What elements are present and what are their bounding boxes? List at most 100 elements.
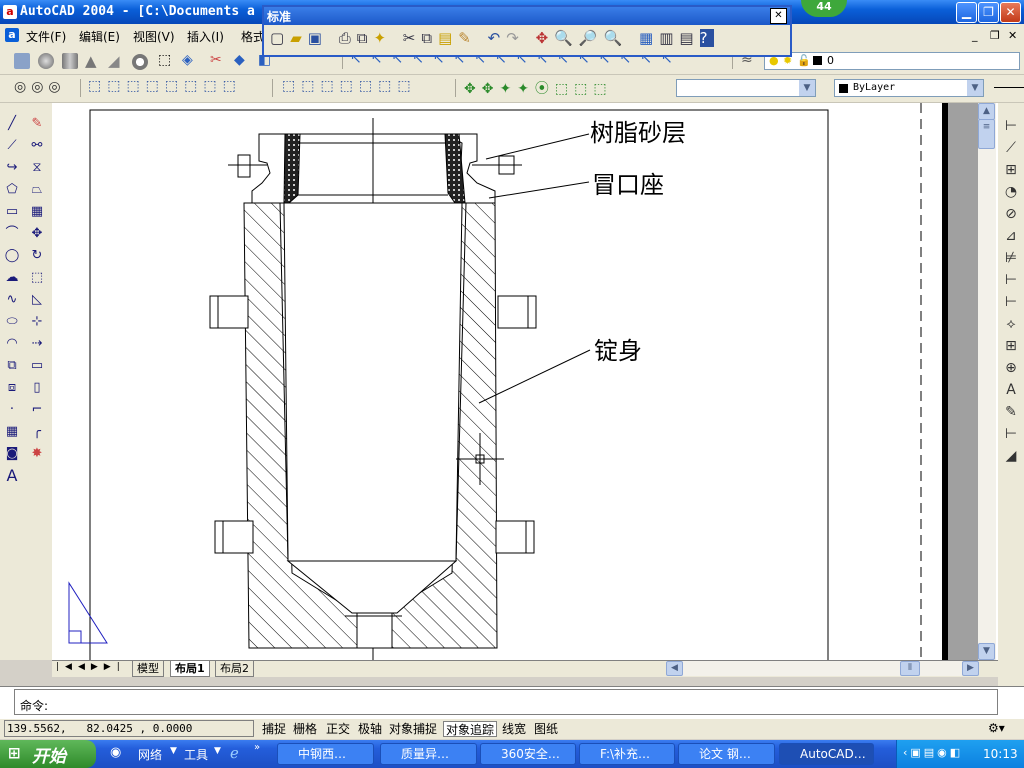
polyline-icon[interactable]: ↪ [3, 159, 21, 177]
toolbar-tools[interactable]: 工具 [184, 746, 208, 763]
save-icon[interactable]: ▣ [308, 29, 328, 47]
make-block-icon[interactable]: ⧈ [3, 379, 21, 397]
design-center-icon[interactable]: ▥ [659, 29, 679, 47]
hscroll-thumb[interactable]: ⦀ [900, 661, 920, 676]
zoom-previous-icon[interactable]: 🔍 [604, 29, 629, 47]
tab-model[interactable]: 模型 [132, 661, 164, 677]
polar-toggle[interactable]: 极轴 [356, 721, 384, 737]
dimension-tool-icons[interactable]: ⊢ ⟋ ⊞ ◔ ⊘ ⊿ ⊭ ⊢ ⊢ ⟡ ⊞ ⊕ A ✎ ⊢ ◢ [1002, 115, 1020, 467]
paste-icon[interactable]: ▤ [438, 29, 458, 47]
extend-icon[interactable]: ⇢ [28, 335, 46, 353]
close-toolbar-icon[interactable]: ✕ [770, 8, 787, 24]
scroll-left-button[interactable]: ◀ [666, 661, 683, 676]
scroll-right-button[interactable]: ▶ [962, 661, 979, 676]
wedge-icon[interactable]: ◢ [108, 52, 120, 70]
break-icon[interactable]: ▭ [28, 357, 46, 375]
offset-icon[interactable]: ⏢ [28, 181, 46, 199]
tab-navigation-arrows[interactable]: |◀◀▶▶| [56, 662, 126, 672]
cylinder-icon[interactable] [62, 53, 78, 69]
hatch-icon[interactable]: ▦ [3, 423, 21, 441]
move-icon[interactable]: ✥ [28, 225, 46, 243]
match-properties-icon[interactable]: ✎ [458, 29, 477, 47]
vertical-scrollbar[interactable]: ▲ ≡ ▼ [978, 103, 996, 660]
grid-toggle[interactable]: 栅格 [291, 721, 319, 737]
tool-palettes-icon[interactable]: ▤ [679, 29, 699, 47]
quicklaunch-icon[interactable]: ◉ [110, 745, 121, 760]
arc-icon[interactable]: ⌒ [3, 225, 21, 243]
mirror-icon[interactable]: ⧖ [28, 159, 46, 177]
coordinate-display[interactable]: 139.5562, 82.0425 , 0.0000 [4, 720, 254, 737]
box-icon[interactable] [14, 53, 30, 69]
print-preview-icon[interactable]: ⧉ [357, 29, 374, 47]
properties-icon[interactable]: ▦ [639, 29, 659, 47]
clock[interactable]: 10:13 [983, 747, 1018, 761]
linetype-combo[interactable]: ▼ [676, 79, 816, 97]
cone-icon[interactable]: ▲ [85, 52, 97, 70]
revision-cloud-icon[interactable]: ☁ [3, 269, 21, 287]
layer-combo[interactable]: ● ✹ 🔓 0 [764, 52, 1020, 70]
redo-icon[interactable]: ↷ [506, 29, 525, 47]
task-item-1[interactable]: 中钢西… [277, 743, 374, 765]
paper-toggle[interactable]: 图纸 [532, 721, 560, 737]
point-icon[interactable]: · [3, 401, 21, 419]
fillet-icon[interactable]: ╭ [28, 423, 46, 441]
object-property-icons[interactable]: ✥✥✦✦⦿⬚⬚⬚ [464, 78, 613, 98]
document-icon[interactable]: a [5, 28, 19, 42]
array-icon[interactable]: ▦ [28, 203, 46, 221]
zoom-realtime-icon[interactable]: 🔍 [554, 29, 579, 47]
communication-center-icon[interactable]: ⚙▾ [988, 721, 1005, 735]
tab-layout2[interactable]: 布局2 [215, 661, 254, 677]
horizontal-scrollbar[interactable]: ◀ ⦀ ▶ [666, 661, 979, 676]
insert-block-icon[interactable]: ⧉ [3, 357, 21, 375]
revolve-icon[interactable]: ◈ [182, 52, 193, 68]
color-combo[interactable]: ByLayer ▼ [834, 79, 984, 97]
torus-icon[interactable] [132, 54, 148, 70]
print-icon[interactable]: ⎙ [339, 29, 357, 47]
standard-toolbar-titlebar[interactable]: 标准 ✕ [264, 7, 790, 25]
chevron-down-icon[interactable]: ▼ [967, 80, 983, 96]
new-file-icon[interactable]: ▢ [270, 29, 290, 47]
spline-icon[interactable]: ∿ [3, 291, 21, 309]
undo-icon[interactable]: ↶ [488, 29, 507, 47]
chevron-down-icon[interactable]: ▼ [214, 746, 221, 756]
menu-file[interactable]: 文件(F) [26, 28, 66, 45]
line-icon[interactable]: ╱ [3, 115, 21, 133]
chevron-down-icon[interactable]: ▼ [799, 80, 815, 96]
zoom-window-icon[interactable]: 🔎 [579, 29, 604, 47]
join-icon[interactable]: ▯ [28, 379, 46, 397]
task-item-autocad[interactable]: AutoCAD… [779, 743, 874, 765]
view-toolbar-icons[interactable]: ◎◎◎ [14, 79, 66, 95]
cut-icon[interactable]: ✂ [403, 29, 422, 47]
task-item-5[interactable]: 论文 钢… [678, 743, 775, 765]
render-icons[interactable]: ⬚⬚⬚⬚⬚⬚⬚ [282, 78, 417, 94]
slice-icon[interactable]: ✂ [210, 52, 222, 68]
scroll-up-button[interactable]: ▲ [978, 103, 995, 120]
construction-line-icon[interactable]: ⟋ [3, 137, 21, 155]
rectangle-icon[interactable]: ▭ [3, 203, 21, 221]
publish-icon[interactable]: ✦ [373, 29, 392, 47]
doc-restore-button[interactable]: ❐ [990, 29, 1000, 42]
lineweight-toggle[interactable]: 线宽 [500, 721, 528, 737]
standard-toolbar-buttons[interactable]: ▢▰▣ ⎙⧉✦ ✂⧉▤✎ ↶↷ ✥🔍🔎🔍 ▦▥▤? [270, 29, 714, 47]
toolbar-network[interactable]: 网络 [138, 746, 162, 763]
drawing-canvas[interactable]: 树脂砂层 冒口座 锭身 [52, 103, 998, 660]
stretch-icon[interactable]: ◺ [28, 291, 46, 309]
task-item-4[interactable]: F:\补充… [579, 743, 675, 765]
task-item-3[interactable]: 360安全… [480, 743, 576, 765]
sphere-icon[interactable] [38, 53, 54, 69]
menu-insert[interactable]: 插入(I) [187, 28, 224, 45]
copy-object-icon[interactable]: ⚯ [28, 137, 46, 155]
lineweight-combo[interactable] [994, 87, 1024, 88]
otrack-toggle[interactable]: 对象追踪 [443, 721, 498, 737]
solids-editing-icons[interactable]: ⬚⬚⬚⬚⬚⬚⬚⬚ [88, 78, 242, 94]
ellipse-icon[interactable]: ⬭ [3, 313, 21, 331]
doc-minimize-button[interactable]: _ [972, 29, 978, 42]
scale-icon[interactable]: ⬚ [28, 269, 46, 287]
section-icon[interactable]: ◆ [234, 52, 245, 68]
trim-icon[interactable]: ⊹ [28, 313, 46, 331]
start-button[interactable]: ⊞ 开始 [0, 740, 96, 768]
help-icon[interactable]: ? [699, 29, 714, 47]
maximize-button[interactable]: ❐ [978, 2, 999, 23]
minimize-button[interactable]: ▁ [956, 2, 977, 23]
autocad-app-icon[interactable]: a [3, 5, 17, 19]
